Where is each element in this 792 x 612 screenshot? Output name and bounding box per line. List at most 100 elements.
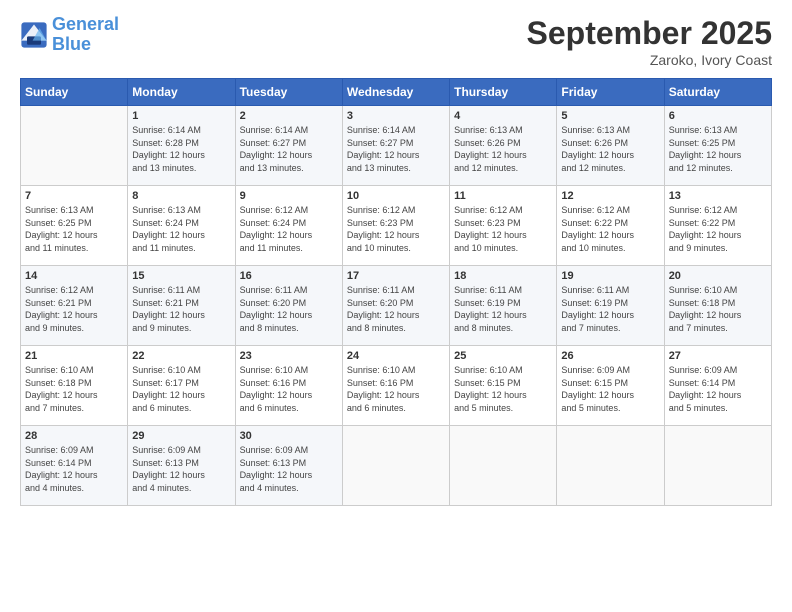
day-cell: 20Sunrise: 6:10 AMSunset: 6:18 PMDayligh… [664, 266, 771, 346]
day-cell: 24 Sunrise: 6:10 AMSunset: 6:16 PMDayligh… [342, 346, 449, 426]
day-info: Sunrise: 6:10 AMSunset: 6:16 PMDaylight:… [347, 364, 445, 414]
day-number: 14 [25, 270, 123, 282]
day-info: Sunrise: 6:11 AMSunset: 6:20 PMDaylight:… [347, 284, 445, 334]
day-info: Sunrise: 6:09 AMSunset: 6:14 PMDaylight:… [25, 444, 123, 494]
day-info: Sunrise: 6:12 AMSunset: 6:23 PMDaylight:… [347, 204, 445, 254]
day-cell: 19 Sunrise: 6:11 AMSunset: 6:19 PMDayligh… [557, 266, 664, 346]
day-number: 28 [25, 430, 123, 442]
day-cell: 12Sunrise: 6:12 AMSunset: 6:22 PMDayligh… [557, 186, 664, 266]
logo: General Blue [20, 15, 119, 55]
day-cell: 2Sunrise: 6:14 AMSunset: 6:27 PMDaylight… [235, 106, 342, 186]
day-info: Sunrise: 6:09 AMSunset: 6:13 PMDaylight:… [240, 444, 338, 494]
page-header: General Blue September 2025 Zaroko, Ivor… [20, 15, 772, 68]
calendar-page: General Blue September 2025 Zaroko, Ivor… [0, 0, 792, 612]
day-cell: 13 Sunrise: 6:12 AMSunset: 6:22 PMDayligh… [664, 186, 771, 266]
day-cell [21, 106, 128, 186]
day-cell: 14 Sunrise: 6:12 AMSunset: 6:21 PMDayligh… [21, 266, 128, 346]
weekday-header-monday: Monday [128, 79, 235, 106]
day-cell: 15Sunrise: 6:11 AMSunset: 6:21 PMDayligh… [128, 266, 235, 346]
day-number: 23 [240, 350, 338, 362]
title-section: September 2025 Zaroko, Ivory Coast [527, 15, 772, 68]
day-cell [664, 426, 771, 506]
day-cell: 28 Sunrise: 6:09 AMSunset: 6:14 PMDayligh… [21, 426, 128, 506]
week-row-1: 1Sunrise: 6:14 AMSunset: 6:28 PMDaylight… [21, 106, 772, 186]
day-info: Sunrise: 6:12 AMSunset: 6:22 PMDaylight:… [669, 204, 767, 254]
logo-line2: Blue [52, 34, 91, 54]
weekday-header-sunday: Sunday [21, 79, 128, 106]
day-number: 24 [347, 350, 445, 362]
day-info: Sunrise: 6:14 AMSunset: 6:27 PMDaylight:… [240, 124, 338, 174]
day-info: Sunrise: 6:10 AMSunset: 6:18 PMDaylight:… [669, 284, 767, 334]
day-cell: 7Sunrise: 6:13 AMSunset: 6:25 PMDaylight… [21, 186, 128, 266]
day-cell: 16Sunrise: 6:11 AMSunset: 6:20 PMDayligh… [235, 266, 342, 346]
day-info: Sunrise: 6:10 AMSunset: 6:16 PMDaylight:… [240, 364, 338, 414]
day-number: 29 [132, 430, 230, 442]
day-cell: 8 Sunrise: 6:13 AMSunset: 6:24 PMDaylight… [128, 186, 235, 266]
day-cell: 11Sunrise: 6:12 AMSunset: 6:23 PMDayligh… [450, 186, 557, 266]
day-number: 27 [669, 350, 767, 362]
day-number: 17 [347, 270, 445, 282]
day-cell: 26 Sunrise: 6:09 AMSunset: 6:15 PMDayligh… [557, 346, 664, 426]
day-number: 1 [132, 110, 230, 122]
day-info: Sunrise: 6:10 AMSunset: 6:17 PMDaylight:… [132, 364, 230, 414]
day-info: Sunrise: 6:11 AMSunset: 6:19 PMDaylight:… [454, 284, 552, 334]
day-cell: 27 Sunrise: 6:09 AMSunset: 6:14 PMDayligh… [664, 346, 771, 426]
week-row-3: 14 Sunrise: 6:12 AMSunset: 6:21 PMDayligh… [21, 266, 772, 346]
day-number: 25 [454, 350, 552, 362]
day-cell [450, 426, 557, 506]
day-info: Sunrise: 6:14 AMSunset: 6:27 PMDaylight:… [347, 124, 445, 174]
day-cell: 25 Sunrise: 6:10 AMSunset: 6:15 PMDayligh… [450, 346, 557, 426]
day-cell: 30Sunrise: 6:09 AMSunset: 6:13 PMDayligh… [235, 426, 342, 506]
day-cell: 17 Sunrise: 6:11 AMSunset: 6:20 PMDayligh… [342, 266, 449, 346]
day-info: Sunrise: 6:10 AMSunset: 6:15 PMDaylight:… [454, 364, 552, 414]
day-cell [557, 426, 664, 506]
weekday-header-thursday: Thursday [450, 79, 557, 106]
day-info: Sunrise: 6:09 AMSunset: 6:15 PMDaylight:… [561, 364, 659, 414]
day-number: 5 [561, 110, 659, 122]
day-number: 19 [561, 270, 659, 282]
day-number: 16 [240, 270, 338, 282]
day-cell: 23 Sunrise: 6:10 AMSunset: 6:16 PMDayligh… [235, 346, 342, 426]
day-info: Sunrise: 6:13 AMSunset: 6:25 PMDaylight:… [669, 124, 767, 174]
week-row-4: 21Sunrise: 6:10 AMSunset: 6:18 PMDayligh… [21, 346, 772, 426]
day-number: 11 [454, 190, 552, 202]
logo-icon [20, 21, 48, 49]
day-cell: 5Sunrise: 6:13 AMSunset: 6:26 PMDaylight… [557, 106, 664, 186]
day-number: 10 [347, 190, 445, 202]
day-number: 8 [132, 190, 230, 202]
day-number: 13 [669, 190, 767, 202]
calendar-table: SundayMondayTuesdayWednesdayThursdayFrid… [20, 78, 772, 506]
day-info: Sunrise: 6:12 AMSunset: 6:21 PMDaylight:… [25, 284, 123, 334]
day-cell: 22 Sunrise: 6:10 AMSunset: 6:17 PMDayligh… [128, 346, 235, 426]
weekday-header-tuesday: Tuesday [235, 79, 342, 106]
day-cell: 29 Sunrise: 6:09 AMSunset: 6:13 PMDayligh… [128, 426, 235, 506]
day-number: 7 [25, 190, 123, 202]
day-info: Sunrise: 6:09 AMSunset: 6:14 PMDaylight:… [669, 364, 767, 414]
day-number: 26 [561, 350, 659, 362]
logo-line1: General [52, 14, 119, 34]
day-number: 9 [240, 190, 338, 202]
day-info: Sunrise: 6:13 AMSunset: 6:26 PMDaylight:… [454, 124, 552, 174]
month-title: September 2025 [527, 15, 772, 52]
weekday-header-row: SundayMondayTuesdayWednesdayThursdayFrid… [21, 79, 772, 106]
day-cell: 9Sunrise: 6:12 AMSunset: 6:24 PMDaylight… [235, 186, 342, 266]
day-number: 22 [132, 350, 230, 362]
day-number: 3 [347, 110, 445, 122]
day-number: 18 [454, 270, 552, 282]
day-cell: 21Sunrise: 6:10 AMSunset: 6:18 PMDayligh… [21, 346, 128, 426]
day-info: Sunrise: 6:13 AMSunset: 6:24 PMDaylight:… [132, 204, 230, 254]
week-row-5: 28 Sunrise: 6:09 AMSunset: 6:14 PMDayligh… [21, 426, 772, 506]
day-info: Sunrise: 6:09 AMSunset: 6:13 PMDaylight:… [132, 444, 230, 494]
day-number: 21 [25, 350, 123, 362]
day-cell: 10 Sunrise: 6:12 AMSunset: 6:23 PMDayligh… [342, 186, 449, 266]
weekday-header-friday: Friday [557, 79, 664, 106]
day-info: Sunrise: 6:12 AMSunset: 6:22 PMDaylight:… [561, 204, 659, 254]
day-cell: 6 Sunrise: 6:13 AMSunset: 6:25 PMDaylight… [664, 106, 771, 186]
day-cell: 3 Sunrise: 6:14 AMSunset: 6:27 PMDaylight… [342, 106, 449, 186]
day-info: Sunrise: 6:11 AMSunset: 6:19 PMDaylight:… [561, 284, 659, 334]
day-number: 15 [132, 270, 230, 282]
day-cell [342, 426, 449, 506]
day-number: 6 [669, 110, 767, 122]
day-cell: 4Sunrise: 6:13 AMSunset: 6:26 PMDaylight… [450, 106, 557, 186]
location-title: Zaroko, Ivory Coast [527, 52, 772, 68]
